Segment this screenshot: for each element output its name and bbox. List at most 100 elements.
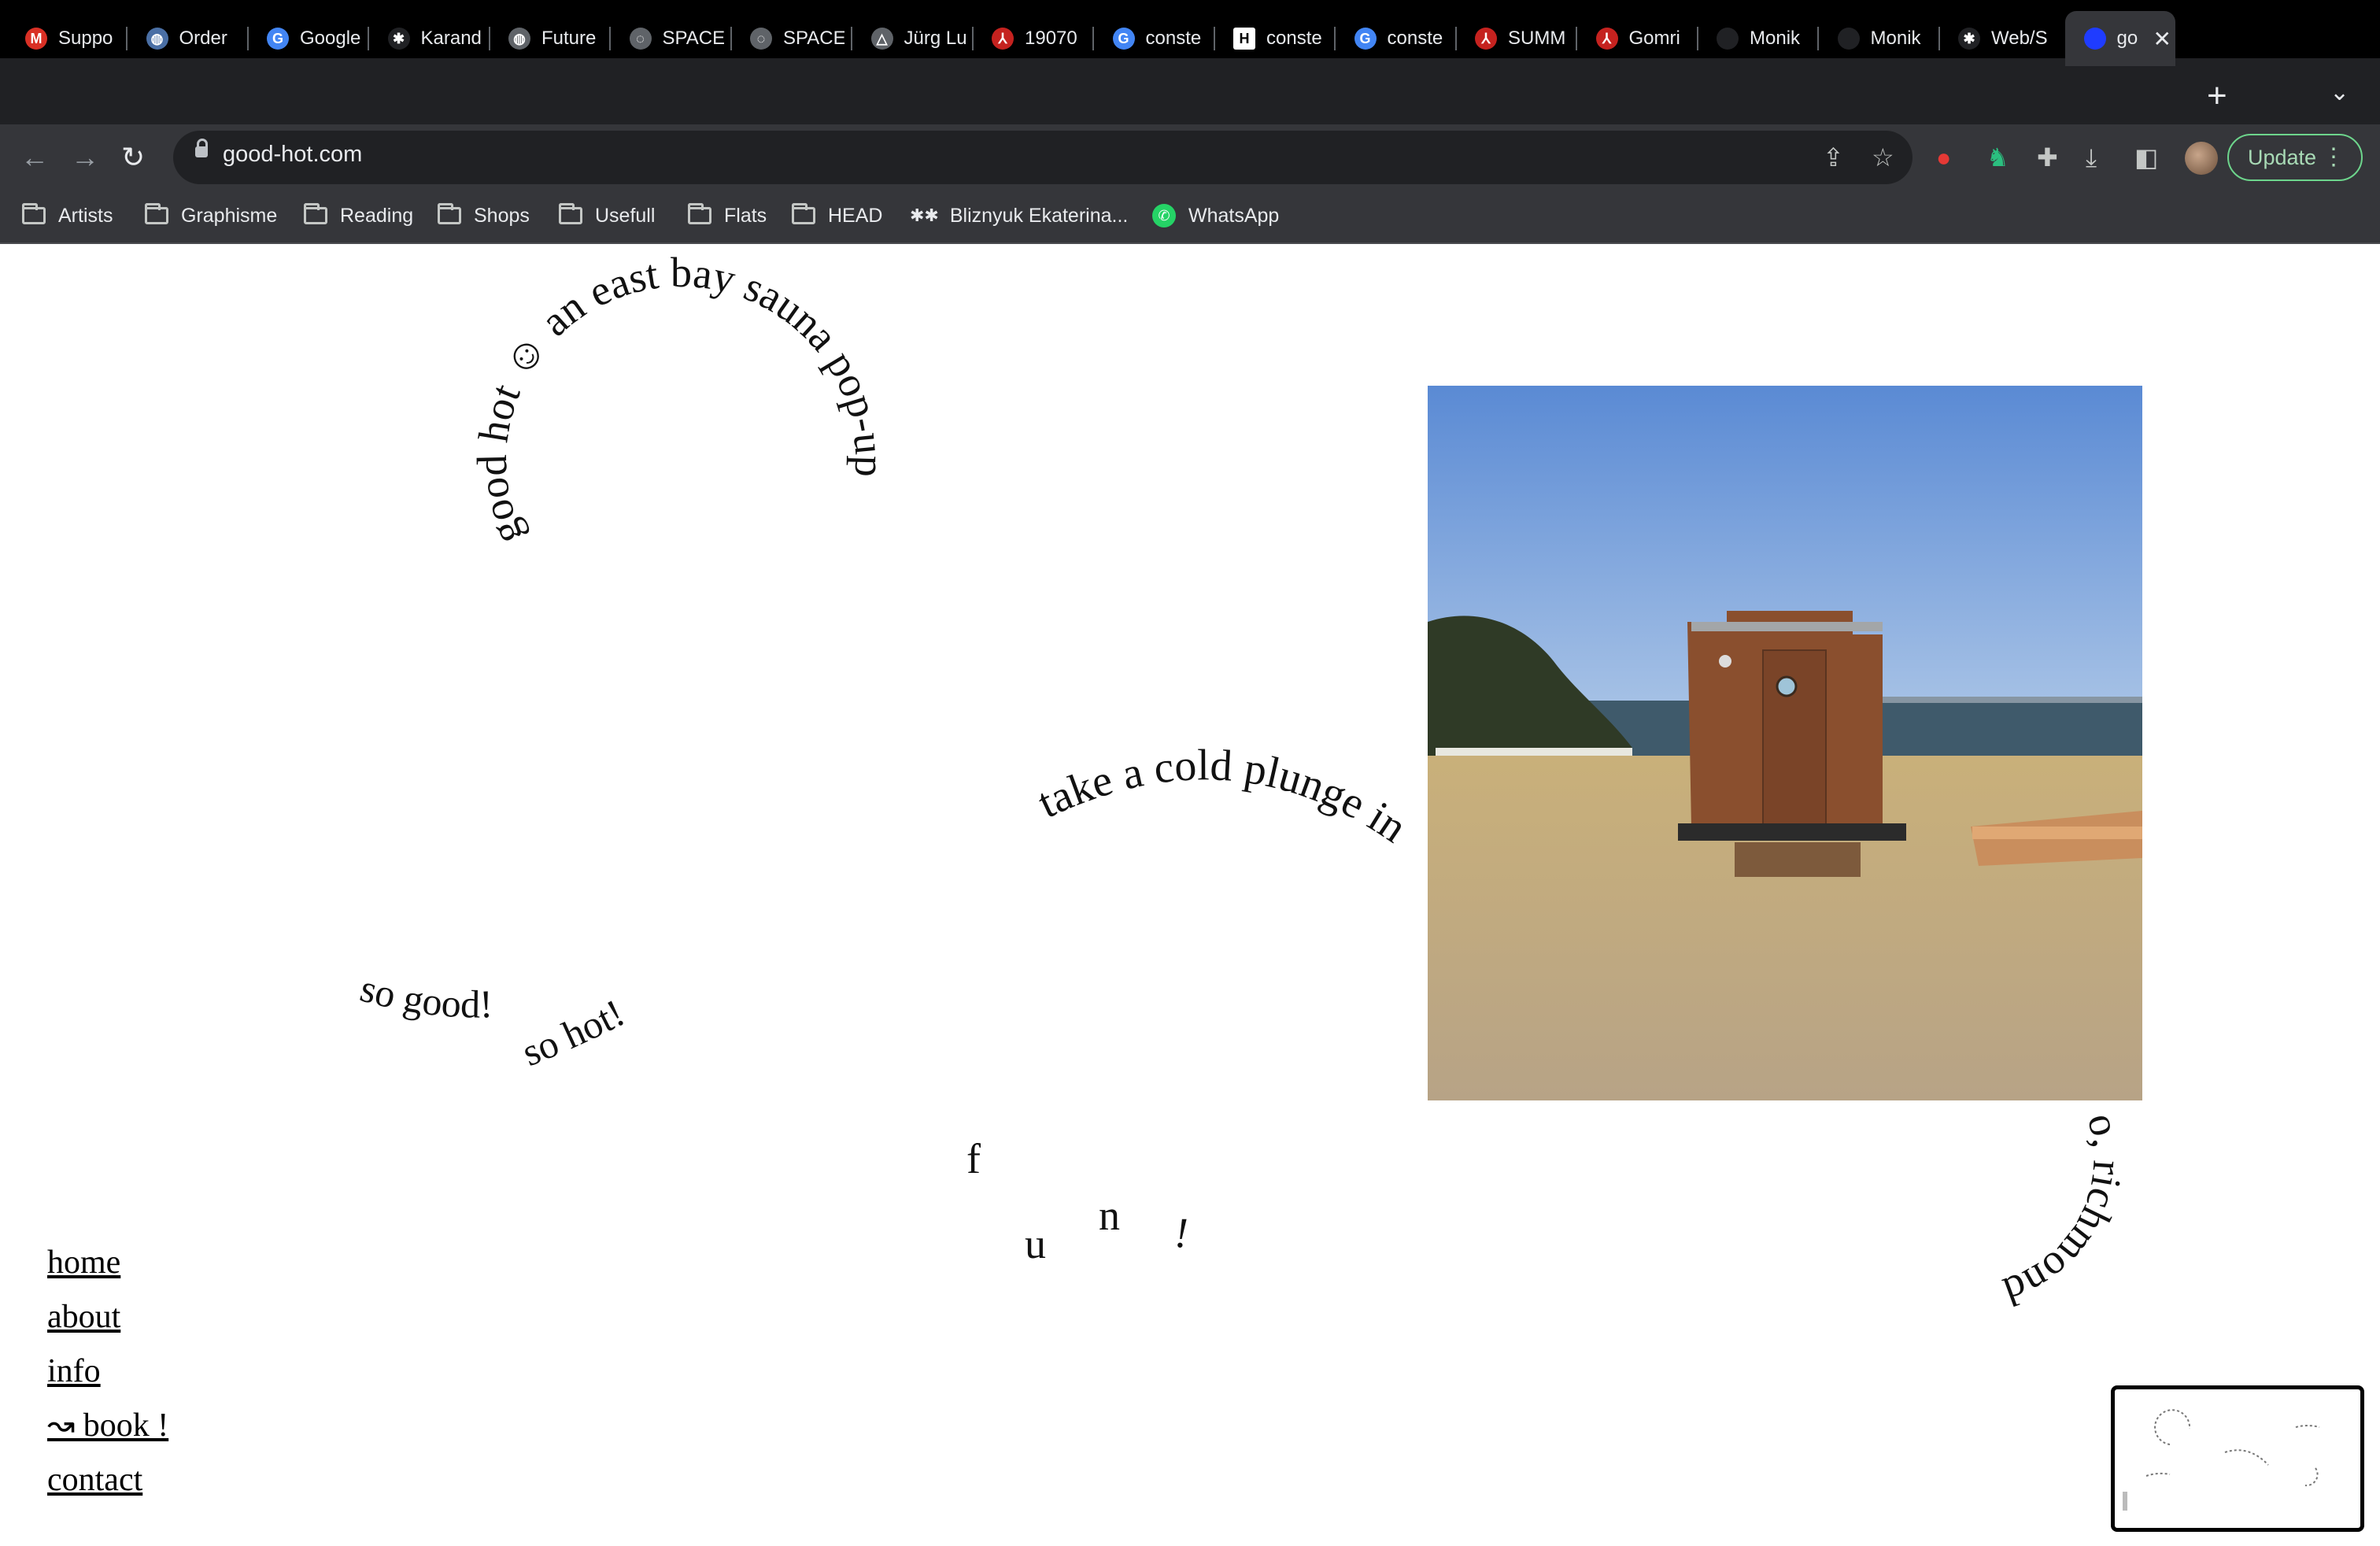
nav-contact[interactable]: contact [47, 1453, 168, 1507]
tab-title: Google [300, 28, 361, 49]
bookmark-label: Bliznyuk Ekaterina... [949, 204, 1129, 227]
so-hot-text: so hot! [516, 990, 631, 1074]
site-nav: home about info ↝ book ! contact [47, 1236, 168, 1507]
bookmark-usefull[interactable]: Usefull [559, 200, 655, 231]
richmond-text-path: o, richmond [1998, 1108, 2131, 1315]
tab-title: Future [541, 28, 597, 49]
bookmark-whatsapp[interactable]: ✆ WhatsApp [1152, 200, 1279, 231]
tab-1[interactable]: M Suppo [6, 19, 124, 58]
bookmark-shops[interactable]: Shops [438, 200, 530, 231]
tab-7[interactable]: ◌ SPACE [731, 19, 849, 58]
tab-search-chevron-icon[interactable]: ⌄ [2330, 79, 2349, 106]
bookmark-label: Usefull [595, 204, 656, 227]
tab-18[interactable]: go ✕ [2064, 11, 2175, 66]
folder-icon [559, 203, 582, 224]
whatsapp-icon: ✆ [1152, 204, 1176, 227]
stars-icon: ✱✱ [910, 205, 939, 225]
tab-11[interactable]: Hconste [1214, 19, 1332, 58]
new-tab-button[interactable]: + [2207, 72, 2227, 120]
fun-letter-f: f [966, 1135, 981, 1182]
nav-book[interactable]: ↝ book ! [47, 1399, 168, 1453]
blue-circle-icon [2083, 28, 2106, 50]
folder-icon [304, 203, 327, 224]
tab-10[interactable]: Gconste [1094, 19, 1212, 58]
tab-13[interactable]: ⅄ SUMM [1456, 19, 1574, 58]
profile-avatar[interactable] [2185, 142, 2218, 175]
lock-icon[interactable] [195, 139, 208, 157]
bookmark-label: Shops [474, 204, 530, 227]
bookmark-artists[interactable]: Artists [22, 200, 113, 231]
hl-icon: H [1233, 28, 1255, 50]
bookmark-label: Artists [58, 204, 113, 227]
tab-title: conste [1387, 28, 1443, 49]
curved-text-layer: good hot ☺ an east bay sauna pop-up take… [356, 249, 2131, 1315]
tab-2[interactable]: ◍ Order [128, 19, 246, 58]
extension-bird-icon[interactable]: ♞ [1986, 142, 2009, 173]
bookmark-flats[interactable]: Flats [688, 200, 767, 231]
tab-title: SUMM [1508, 28, 1566, 49]
update-button[interactable]: Update ⋮ [2227, 134, 2363, 181]
pdf-icon: ⅄ [1475, 28, 1497, 50]
nav-about[interactable]: about [47, 1290, 168, 1344]
close-tab-icon[interactable]: ✕ [2153, 26, 2171, 52]
tab-title: go [2116, 28, 2138, 49]
bookmark-star-icon[interactable]: ☆ [1872, 142, 1894, 173]
folder-icon [145, 203, 168, 224]
bookmark-head[interactable]: HEAD [792, 200, 882, 231]
tab-3[interactable]: G Google [248, 19, 366, 58]
adblock-extension-icon[interactable]: ● [1936, 142, 1951, 173]
tab-title: Order [179, 28, 227, 49]
folder-icon [792, 203, 815, 224]
bookmark-label: HEAD [828, 204, 883, 227]
spinner-icon: ◌ [629, 28, 652, 50]
triangle-icon: △ [870, 28, 893, 50]
address-bar[interactable] [173, 131, 1913, 184]
tab-4[interactable]: ✱ Karand [369, 19, 487, 58]
tab-title: Monik [1870, 28, 1921, 49]
bookmark-label: WhatsApp [1188, 204, 1280, 227]
nav-home[interactable]: home [47, 1236, 168, 1290]
so-hot-path: so hot! [516, 990, 631, 1074]
page-minimap[interactable] [2111, 1385, 2364, 1532]
tab-title: conste [1145, 28, 1202, 49]
more-menu-icon[interactable]: ⋮ [2322, 143, 2345, 171]
nav-info[interactable]: info [47, 1344, 168, 1399]
tab-9[interactable]: ⅄ 19070 [973, 19, 1091, 58]
richmond-text: o, richmond [1998, 1108, 2131, 1315]
plunge-text: take a cold plunge in [1030, 741, 1415, 853]
bookmark-reading[interactable]: Reading [304, 200, 413, 231]
forward-button[interactable]: → [71, 140, 99, 175]
spinner-icon: ◌ [750, 28, 772, 50]
folder-icon [688, 203, 711, 224]
fun-letter-u: u [1025, 1220, 1046, 1267]
tab-title: Gomri [1628, 28, 1680, 49]
tab-14[interactable]: ⅄ Gomri [1577, 19, 1695, 58]
stars-icon: ✱ [387, 28, 410, 50]
reload-button[interactable]: ↻ [121, 140, 145, 175]
bookmark-label: Reading [340, 204, 414, 227]
tab-15[interactable]: Monik [1698, 19, 1816, 58]
gmail-icon: M [25, 28, 47, 50]
share-icon[interactable]: ⇪ [1823, 142, 1844, 173]
folder-icon [22, 203, 46, 224]
tab-8[interactable]: △ Jürg Lu [852, 19, 970, 58]
tab-5[interactable]: ◍ Future [490, 19, 608, 58]
pdf-icon: ⅄ [992, 28, 1014, 50]
bookmark-bliznyuk-ekaterina[interactable]: ✱✱ Bliznyuk Ekaterina... [910, 200, 1128, 231]
tab-17[interactable]: ✱ Web/S [1939, 19, 2057, 58]
download-icon[interactable]: ⤓ [2086, 142, 2097, 173]
url-text[interactable]: good-hot.com [223, 142, 362, 168]
tab-16[interactable]: Monik [1819, 19, 1937, 58]
update-label: Update [2248, 145, 2317, 169]
tab-12[interactable]: Gconste [1336, 19, 1454, 58]
back-button[interactable]: ← [20, 140, 49, 175]
tab-title: Web/S [1991, 28, 2048, 49]
extensions-puzzle-icon[interactable]: ✚ [2037, 142, 2058, 173]
side-panel-icon[interactable]: ◧ [2134, 142, 2158, 173]
tab-title: SPACE [783, 28, 844, 49]
tab-6[interactable]: ◌ SPACE [611, 19, 729, 58]
pdf-icon: ⅄ [1595, 28, 1618, 50]
bookmark-graphisme[interactable]: Graphisme [145, 200, 277, 231]
folder-icon [438, 203, 461, 224]
tab-title: 19070 [1025, 28, 1077, 49]
